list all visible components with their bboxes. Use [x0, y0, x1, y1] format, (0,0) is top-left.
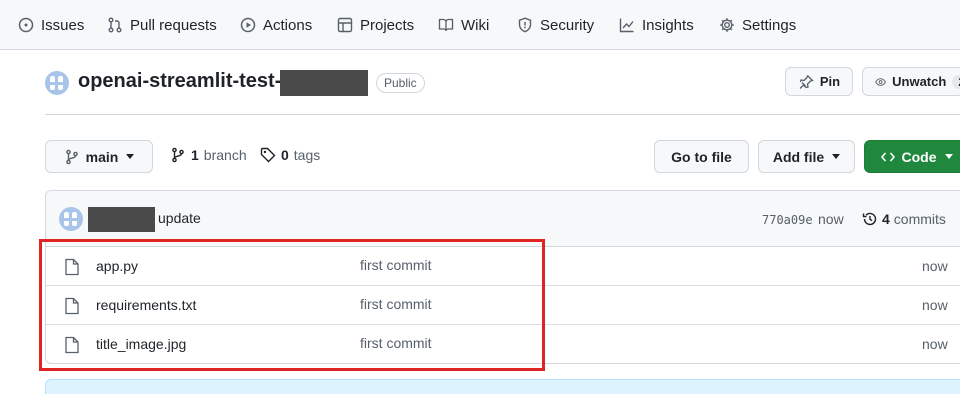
- file-icon: [65, 297, 79, 315]
- tag-count: 0: [281, 147, 289, 163]
- latest-commit-row: update 770a09e now 4 commits: [46, 191, 960, 247]
- tab-actions-label: Actions: [263, 16, 313, 34]
- tab-insights[interactable]: Insights: [619, 14, 694, 36]
- file-row[interactable]: app.py first commit now: [46, 247, 960, 286]
- code-button[interactable]: Code: [864, 140, 960, 173]
- tag-icon: [260, 147, 276, 163]
- commits-link[interactable]: 4 commits: [862, 211, 946, 227]
- book-icon: [438, 18, 454, 32]
- visibility-badge: Public: [376, 73, 425, 93]
- tab-wiki[interactable]: Wiki: [438, 14, 489, 36]
- tab-settings-label: Settings: [742, 16, 797, 34]
- avatar[interactable]: [45, 71, 69, 95]
- file-icon: [65, 258, 79, 276]
- file-browser: update 770a09e now 4 commits app.py firs…: [45, 190, 960, 364]
- code-icon: [880, 151, 895, 162]
- tab-insights-label: Insights: [642, 16, 694, 34]
- file-row[interactable]: title_image.jpg first commit now: [46, 325, 960, 363]
- file-commit-time: now: [922, 336, 948, 352]
- unwatch-button[interactable]: Unwatch 2: [862, 67, 960, 96]
- header-divider: [45, 114, 960, 115]
- avatar[interactable]: [59, 207, 83, 231]
- graph-icon: [619, 18, 634, 33]
- tab-wiki-label: Wiki: [461, 16, 490, 34]
- tab-pull-requests[interactable]: Pull requests: [107, 14, 217, 36]
- commit-sha-text: 770a09e: [762, 213, 813, 227]
- redacted-repo-suffix: [280, 70, 368, 96]
- shield-icon: [518, 17, 532, 33]
- file-row[interactable]: requirements.txt first commit now: [46, 286, 960, 325]
- chevron-down-icon: [126, 154, 135, 159]
- file-name-link[interactable]: title_image.jpg: [96, 336, 186, 352]
- history-icon: [862, 212, 877, 226]
- file-commit-time: now: [922, 258, 948, 274]
- file-icon: [65, 336, 79, 354]
- file-name-link[interactable]: app.py: [96, 258, 138, 274]
- gear-icon: [720, 18, 734, 32]
- add-file-label: Add file: [772, 148, 825, 165]
- file-commit-time: now: [922, 297, 948, 313]
- branches-link[interactable]: 1 branch: [170, 147, 247, 163]
- tag-word: tags: [293, 147, 321, 163]
- watch-count: 2: [952, 74, 960, 89]
- commit-sha[interactable]: 770a09e: [762, 211, 813, 227]
- pin-button[interactable]: Pin: [785, 67, 853, 96]
- latest-commit-message[interactable]: update: [158, 210, 201, 226]
- file-name-link[interactable]: requirements.txt: [96, 297, 196, 313]
- file-commit-message[interactable]: first commit: [360, 257, 432, 273]
- code-button-label: Code: [901, 148, 937, 165]
- tab-actions[interactable]: Actions: [240, 14, 312, 36]
- pin-icon: [799, 74, 814, 89]
- pin-button-label: Pin: [819, 74, 841, 89]
- git-branch-icon: [172, 147, 184, 163]
- tab-projects-label: Projects: [360, 16, 415, 34]
- branch-count: 1: [191, 147, 199, 163]
- repo-name-link[interactable]: openai-streamlit-test-: [78, 70, 281, 93]
- git-branch-icon: [65, 149, 78, 164]
- table-icon: [337, 17, 353, 33]
- repo-nav: Issues Pull requests Actions Projects Wi…: [0, 0, 960, 50]
- eye-icon: [875, 77, 886, 86]
- redacted-author: [88, 207, 155, 232]
- tags-link[interactable]: 0 tags: [260, 147, 320, 163]
- issue-opened-icon: [18, 17, 34, 33]
- commit-time: now: [818, 211, 844, 227]
- chevron-down-icon: [944, 154, 953, 159]
- tab-pull-requests-label: Pull requests: [130, 16, 217, 34]
- commit-word: commits: [893, 211, 946, 227]
- branch-selector[interactable]: main: [45, 140, 153, 173]
- tab-settings[interactable]: Settings: [719, 14, 796, 36]
- branch-name: main: [85, 148, 119, 165]
- tab-security[interactable]: Security: [517, 14, 594, 36]
- tab-issues[interactable]: Issues: [18, 14, 84, 36]
- play-icon: [240, 17, 256, 33]
- unwatch-button-label: Unwatch: [892, 74, 947, 89]
- tab-security-label: Security: [540, 16, 595, 34]
- commit-count: 4: [882, 211, 890, 227]
- git-pull-request-icon: [108, 17, 122, 33]
- tab-projects[interactable]: Projects: [337, 14, 414, 36]
- go-to-file-label: Go to file: [671, 148, 732, 165]
- branch-word: branch: [203, 147, 247, 163]
- file-commit-message[interactable]: first commit: [360, 296, 432, 312]
- chevron-down-icon: [832, 154, 841, 159]
- go-to-file-button[interactable]: Go to file: [654, 140, 749, 173]
- info-banner: [45, 379, 960, 394]
- tab-issues-label: Issues: [41, 16, 85, 34]
- file-commit-message[interactable]: first commit: [360, 335, 432, 351]
- add-file-button[interactable]: Add file: [758, 140, 855, 173]
